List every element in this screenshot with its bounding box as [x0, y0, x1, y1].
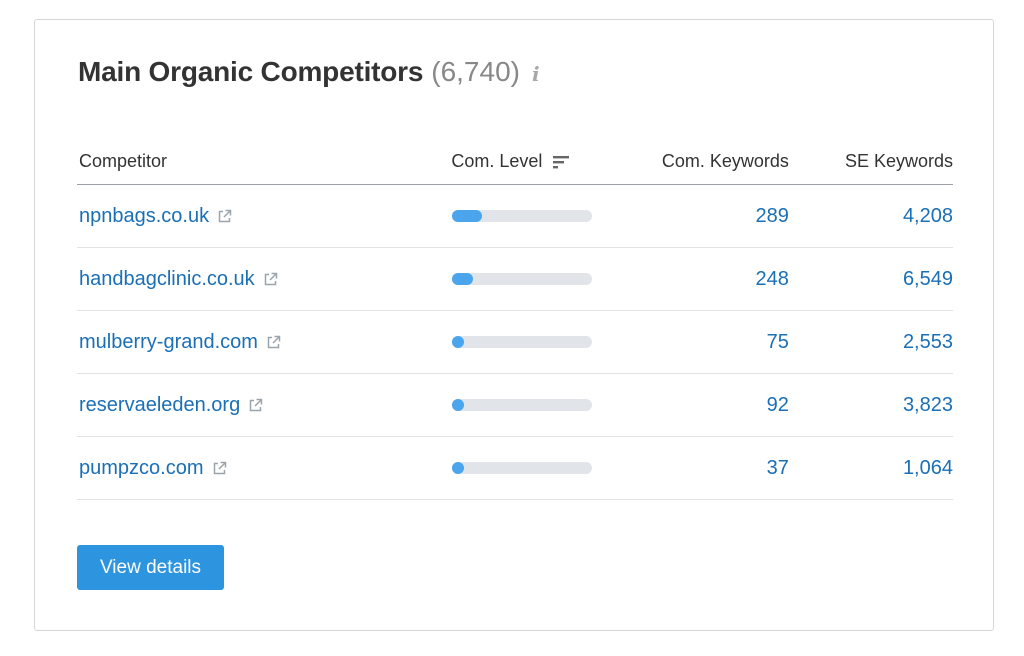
column-header-com-level[interactable]: Com. Level [443, 138, 602, 185]
com-level-bar-fill [452, 399, 465, 411]
competitor-count: (6,740) [431, 56, 520, 87]
se-keywords-value[interactable]: 3,823 [903, 394, 953, 416]
com-level-bar [452, 210, 593, 222]
com-keywords-cell: 289 [601, 184, 789, 248]
com-keywords-value[interactable]: 92 [767, 394, 789, 416]
widget-title: Main Organic Competitors [78, 56, 424, 87]
com-level-cell [443, 184, 602, 248]
competitors-table: Competitor Com. Level Com. Keywords SE K… [77, 138, 953, 500]
competitor-cell: mulberry-grand.com [77, 310, 444, 374]
com-level-header-label: Com. Level [451, 150, 543, 171]
com-level-bar-fill [452, 462, 465, 474]
competitor-domain-link[interactable]: pumpzco.com [79, 457, 204, 479]
table-row: npnbags.co.uk 289 4,208 [77, 184, 953, 248]
column-header-com-keywords[interactable]: Com. Keywords [601, 138, 789, 185]
com-level-cell [443, 310, 602, 374]
com-keywords-cell: 75 [601, 310, 789, 374]
com-keywords-value[interactable]: 37 [767, 457, 789, 479]
se-keywords-value[interactable]: 4,208 [903, 205, 953, 227]
table-row: mulberry-grand.com 75 2,553 [77, 310, 953, 374]
competitor-cell: reservaeleden.org [77, 373, 444, 437]
external-link-icon[interactable] [266, 335, 281, 350]
com-keywords-value[interactable]: 289 [756, 205, 789, 227]
table-header-row: Competitor Com. Level Com. Keywords SE K… [77, 138, 953, 185]
sort-icon[interactable] [553, 155, 570, 169]
external-link-icon[interactable] [263, 272, 278, 287]
competitor-domain-link[interactable]: mulberry-grand.com [79, 331, 258, 353]
competitor-domain-link[interactable]: npnbags.co.uk [79, 205, 209, 227]
external-link-icon[interactable] [212, 461, 227, 476]
se-keywords-value[interactable]: 1,064 [903, 457, 953, 479]
competitor-cell: pumpzco.com [77, 436, 444, 500]
com-keywords-value[interactable]: 248 [756, 268, 789, 290]
info-icon[interactable]: i [532, 62, 540, 86]
se-keywords-cell: 2,553 [788, 310, 953, 374]
table-row: reservaeleden.org 92 3,823 [77, 373, 953, 437]
table-row: handbagclinic.co.uk 248 6,549 [77, 247, 953, 311]
com-level-bar [452, 399, 593, 411]
widget-header: Main Organic Competitors (6,740) i [78, 56, 540, 88]
external-link-icon[interactable] [217, 209, 232, 224]
se-keywords-cell: 4,208 [788, 184, 953, 248]
se-keywords-cell: 1,064 [788, 436, 953, 500]
se-keywords-cell: 6,549 [788, 247, 953, 311]
external-link-icon[interactable] [248, 398, 263, 413]
com-level-bar-fill [452, 273, 474, 285]
competitor-domain-link[interactable]: handbagclinic.co.uk [79, 268, 255, 290]
com-keywords-value[interactable]: 75 [767, 331, 789, 353]
com-level-cell [443, 247, 602, 311]
com-level-bar-fill [452, 210, 482, 222]
view-details-button[interactable]: View details [77, 545, 224, 590]
com-level-bar [452, 462, 593, 474]
com-level-bar [452, 273, 593, 285]
column-header-competitor[interactable]: Competitor [77, 138, 444, 185]
competitor-cell: handbagclinic.co.uk [77, 247, 444, 311]
column-header-se-keywords[interactable]: SE Keywords [788, 138, 953, 185]
competitor-domain-link[interactable]: reservaeleden.org [79, 394, 240, 416]
com-keywords-cell: 248 [601, 247, 789, 311]
se-keywords-cell: 3,823 [788, 373, 953, 437]
competitor-cell: npnbags.co.uk [77, 184, 444, 248]
table-row: pumpzco.com 37 1,064 [77, 436, 953, 500]
com-level-cell [443, 373, 602, 437]
com-level-bar-fill [452, 336, 465, 348]
com-keywords-cell: 92 [601, 373, 789, 437]
se-keywords-value[interactable]: 6,549 [903, 268, 953, 290]
se-keywords-value[interactable]: 2,553 [903, 331, 953, 353]
com-level-bar [452, 336, 593, 348]
com-level-cell [443, 436, 602, 500]
com-keywords-cell: 37 [601, 436, 789, 500]
main-organic-competitors-widget: Main Organic Competitors (6,740) i Compe… [34, 19, 994, 631]
